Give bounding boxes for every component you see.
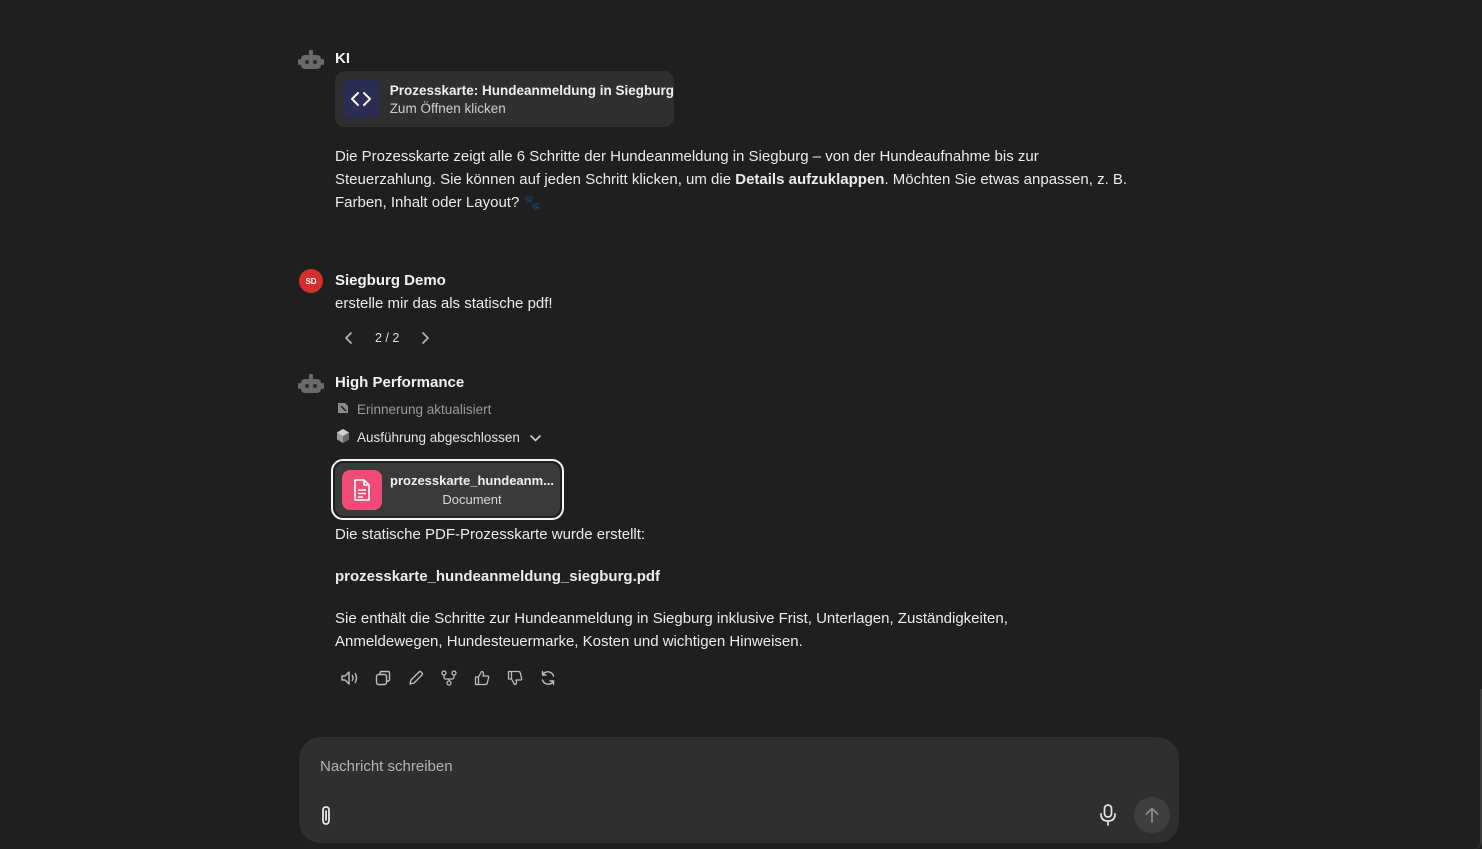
speaker-icon[interactable] xyxy=(339,667,360,688)
memory-icon xyxy=(335,400,351,419)
file-attachment[interactable]: prozesskarte_hundeanm... Document xyxy=(331,459,564,520)
window-edge xyxy=(1474,689,1482,849)
file-name: prozesskarte_hundeanm... xyxy=(390,472,554,488)
assistant-message: High Performance Erinnerung aktualisiert… xyxy=(298,0,1158,700)
sender-name: High Performance xyxy=(335,374,465,391)
thumbs-up-icon[interactable] xyxy=(471,667,492,688)
file-type: Document xyxy=(442,491,502,507)
paperclip-icon[interactable] xyxy=(315,804,337,828)
document-icon xyxy=(342,469,382,510)
message-actions xyxy=(339,667,558,688)
copy-icon[interactable] xyxy=(372,667,393,688)
chevron-down-icon xyxy=(530,430,541,445)
file-card[interactable]: prozesskarte_hundeanm... Document xyxy=(335,463,560,516)
regenerate-icon[interactable] xyxy=(537,667,558,688)
microphone-icon[interactable] xyxy=(1097,803,1119,827)
thumbs-down-icon[interactable] xyxy=(504,667,525,688)
pdf-filename: prozesskarte_hundeanmeldung_siegburg.pdf xyxy=(335,568,661,585)
robot-avatar-icon xyxy=(298,373,324,395)
assistant-text-line: Die statische PDF-Prozesskarte wurde ers… xyxy=(335,526,646,543)
edit-icon[interactable] xyxy=(405,667,426,688)
send-button[interactable] xyxy=(1134,797,1170,833)
assistant-text-paragraph: Sie enthält die Schritte zur Hundeanmeld… xyxy=(335,610,1008,650)
chat-page: KI Prozesskarte: Hundeanmeldung in Siegb… xyxy=(0,0,1482,849)
cube-icon xyxy=(335,428,351,447)
arrow-up-icon xyxy=(1145,807,1159,823)
message-composer xyxy=(299,737,1179,843)
execution-status[interactable]: Ausführung abgeschlossen xyxy=(335,428,541,447)
memory-status: Erinnerung aktualisiert xyxy=(335,400,491,419)
message-input[interactable] xyxy=(320,754,1080,778)
branch-icon[interactable] xyxy=(438,667,459,688)
